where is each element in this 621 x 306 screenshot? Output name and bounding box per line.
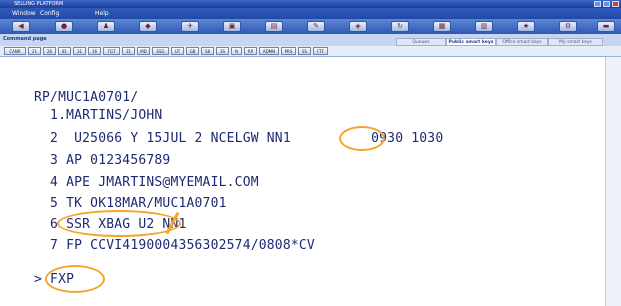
command-terminal[interactable]: RP/MUC1A0701/ 1.MARTINS/JOHN 2 U25066 Y … [0, 57, 605, 306]
smart-key[interactable]: 31 [122, 47, 135, 55]
terminal-line-phone: 3 AP 0123456789 [34, 153, 171, 168]
minimize-button[interactable] [594, 1, 601, 7]
smart-key[interactable]: SSG [152, 47, 169, 55]
highlight-circle-ssr-xbag [57, 210, 181, 237]
terminal-line-email: 4 APE JMARTINS@MYEMAIL.COM [34, 175, 259, 190]
tab-office-smart-keys[interactable]: Office smart keys [496, 38, 548, 46]
toolbar: ◀ ● ♟ ◆ ✈ ▣ ▤ ✎ ◈ ↻ ▦ ▥ ★ ⚙ ▬ [0, 19, 621, 34]
document-icon[interactable]: ▤ [265, 21, 283, 32]
pencil-icon[interactable]: ✎ [307, 21, 325, 32]
menu-window[interactable]: Window [12, 10, 36, 17]
smart-key[interactable]: TGT [103, 47, 120, 55]
terminal-line-ticketing: 5 TK OK18MAR/MUC1A0701 [34, 196, 227, 211]
folder-icon[interactable]: ▬ [597, 21, 615, 32]
application-window: SELLING PLATFORM Window Config Help ◀ ● … [0, 0, 621, 306]
grid-icon[interactable]: ▦ [433, 21, 451, 32]
terminal-line-record-locator: RP/MUC1A0701/ [34, 90, 139, 105]
menu-help[interactable]: Help [95, 10, 109, 17]
smart-key[interactable]: 81 [58, 47, 71, 55]
title-bar: SELLING PLATFORM [0, 0, 621, 8]
smart-key[interactable]: ADMN [259, 47, 279, 55]
close-button[interactable] [612, 1, 619, 7]
smart-key[interactable]: GB [186, 47, 199, 55]
smart-key[interactable]: 31 [73, 47, 86, 55]
window-title: SELLING PLATFORM [14, 1, 64, 7]
smart-key[interactable]: 21 [28, 47, 41, 55]
smart-key[interactable]: 26 [43, 47, 56, 55]
smart-key[interactable]: MD [137, 47, 150, 55]
smart-key[interactable]: 16 [88, 47, 101, 55]
smart-key[interactable]: PRS [281, 47, 296, 55]
vertical-scrollbar[interactable] [605, 57, 621, 306]
globe-icon[interactable]: ● [55, 21, 73, 32]
people-icon[interactable]: ♟ [97, 21, 115, 32]
settings-icon[interactable]: ⚙ [559, 21, 577, 32]
tab-queues[interactable]: Queues [396, 38, 446, 46]
menu-bar: Window Config Help [0, 8, 621, 19]
terminal-line-form-of-payment: 7 FP CCVI4190004356302574/0808*CV [34, 238, 315, 253]
menu-config[interactable]: Config [40, 10, 59, 17]
highlight-circle-nn1 [339, 126, 385, 151]
tab-my-smart-keys[interactable]: My smart keys [548, 38, 603, 46]
smart-key[interactable]: S8 [201, 47, 214, 55]
smart-key[interactable]: 3S [216, 47, 229, 55]
tab-public-smart-keys[interactable]: Public smart keys [446, 38, 496, 46]
star-icon[interactable]: ★ [517, 21, 535, 32]
chart-icon[interactable]: ▥ [475, 21, 493, 32]
plane-icon[interactable]: ✈ [181, 21, 199, 32]
car-icon[interactable]: ◆ [139, 21, 157, 32]
highlight-circle-fxp [45, 265, 105, 293]
maximize-button[interactable] [603, 1, 610, 7]
smart-key[interactable]: SS [298, 47, 311, 55]
smart-key[interactable]: CANR [4, 47, 26, 55]
terminal-line-passenger: 1.MARTINS/JOHN [34, 108, 163, 123]
tag-icon[interactable]: ◈ [349, 21, 367, 32]
smart-key[interactable]: UT [171, 47, 184, 55]
hotel-icon[interactable]: ▣ [223, 21, 241, 32]
refresh-icon[interactable]: ↻ [391, 21, 409, 32]
smart-keys-bar: CANR 21 26 81 31 16 TGT 31 MD SSG UT GB … [0, 46, 621, 57]
command-page-label[interactable]: Command page [3, 36, 47, 42]
smart-key[interactable]: RP [244, 47, 257, 55]
smart-key[interactable]: FTF [313, 47, 328, 55]
smart-key[interactable]: N [231, 47, 242, 55]
arrow-left-icon[interactable]: ◀ [12, 21, 30, 32]
